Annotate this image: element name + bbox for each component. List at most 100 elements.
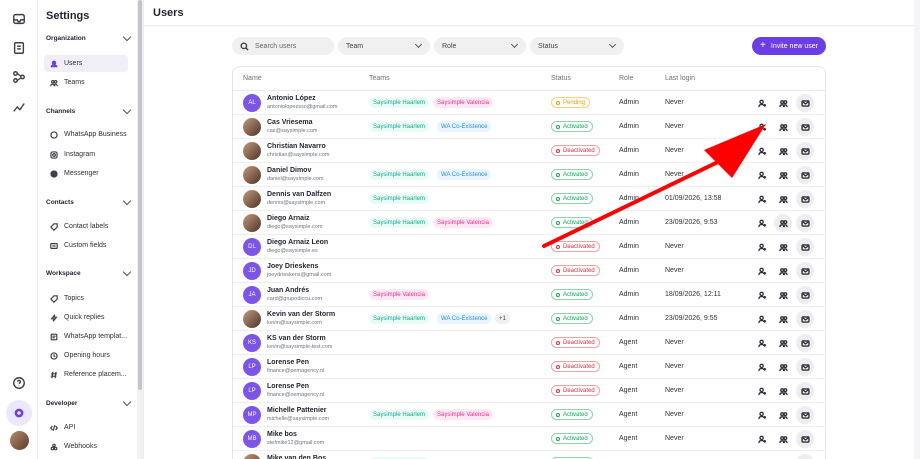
table-row[interactable]: Christian Navarro christian@saysimple.com… [233, 139, 825, 163]
table-row[interactable]: JA Juan Andrés card@grupodiccu.com Saysimpl… [233, 283, 825, 307]
help-icon[interactable] [10, 374, 28, 392]
sidebar-item-contact-labels[interactable]: Contact labels [44, 218, 128, 235]
manage-teams-button[interactable] [774, 406, 792, 424]
section-workspace[interactable]: Workspace [46, 267, 132, 277]
edit-user-button[interactable] [753, 454, 771, 459]
table-row[interactable]: Kevin van der Storm kevin@saysimple.com Sa… [233, 307, 825, 331]
column-header-role[interactable]: Role [619, 75, 633, 82]
edit-user-button[interactable] [753, 238, 771, 256]
edit-user-button[interactable] [753, 358, 771, 376]
sidebar-item-quick-replies[interactable]: Quick replies [44, 309, 128, 326]
edit-user-button[interactable] [753, 382, 771, 400]
profile-avatar[interactable] [10, 431, 29, 450]
send-email-button[interactable] [796, 430, 814, 448]
section-organization[interactable]: Organization [46, 32, 132, 42]
table-row[interactable]: MP Michelle Pattenier michelle@saysimple.c… [233, 403, 825, 427]
edit-user-button[interactable] [753, 262, 771, 280]
contacts-book-icon[interactable] [10, 39, 28, 57]
manage-teams-button[interactable] [774, 430, 792, 448]
send-email-button[interactable] [796, 262, 814, 280]
manage-teams-button[interactable] [774, 190, 792, 208]
sidebar-item-reference-placeholders[interactable]: Reference placem... [44, 366, 128, 383]
edit-user-button[interactable] [753, 310, 771, 328]
manage-teams-button[interactable] [774, 286, 792, 304]
edit-user-button[interactable] [753, 94, 771, 112]
table-row[interactable]: JD Joey Drieskens joeydrieskens@gmail.com D… [233, 259, 825, 283]
invite-user-button[interactable]: + Invite new user [752, 37, 826, 55]
edit-user-button[interactable] [753, 166, 771, 184]
table-row[interactable]: MB Mike bos stefmike12@gmail.com Activated A… [233, 427, 825, 451]
send-email-button[interactable] [796, 190, 814, 208]
manage-teams-button[interactable] [774, 166, 792, 184]
column-header-name[interactable]: Name [243, 75, 262, 82]
manage-teams-button[interactable] [774, 358, 792, 376]
sidebar-item-users[interactable]: Users [44, 55, 128, 72]
analytics-icon[interactable] [10, 98, 28, 116]
sidebar-item-opening-hours[interactable]: Opening hours [44, 347, 128, 364]
send-email-button[interactable] [796, 286, 814, 304]
table-row[interactable]: KS KS van der Storm kevin@saysimple-test.c… [233, 331, 825, 355]
send-email-button[interactable] [796, 310, 814, 328]
section-channels[interactable]: Channels [46, 105, 132, 115]
manage-teams-button[interactable] [774, 310, 792, 328]
table-row[interactable]: Cas Vriesema cas@saysimple.com Saysimple H… [233, 115, 825, 139]
send-email-button[interactable] [796, 118, 814, 136]
edit-user-button[interactable] [753, 430, 771, 448]
page-scrollbar[interactable] [914, 0, 920, 459]
sidebar-item-whatsapp-templates[interactable]: WhatsApp templat... [44, 328, 128, 345]
edit-user-button[interactable] [753, 406, 771, 424]
table-row[interactable]: Dennis van Dalfzen dennis@saysimple.com Sa… [233, 187, 825, 211]
manage-teams-button[interactable] [774, 454, 792, 459]
edit-user-button[interactable] [753, 334, 771, 352]
section-contacts[interactable]: Contacts [46, 196, 132, 206]
send-email-button[interactable] [796, 166, 814, 184]
search-input[interactable]: Search users [232, 37, 334, 55]
section-developer[interactable]: Developer [46, 397, 132, 407]
status-filter-select[interactable]: Status [530, 37, 624, 55]
edit-user-button[interactable] [753, 142, 771, 160]
sidebar-scrollbar[interactable] [137, 0, 143, 459]
send-email-button[interactable] [796, 214, 814, 232]
table-row[interactable]: LP Lorense Pen finance@pemagency.nl Deactiv… [233, 355, 825, 379]
column-header-last-login[interactable]: Last login [665, 75, 695, 82]
send-email-button[interactable] [796, 358, 814, 376]
manage-teams-button[interactable] [774, 94, 792, 112]
send-email-button[interactable] [796, 454, 814, 459]
send-email-button[interactable] [796, 142, 814, 160]
role-filter-select[interactable]: Role [434, 37, 526, 55]
sidebar-item-api[interactable]: API [44, 419, 128, 436]
manage-teams-button[interactable] [774, 334, 792, 352]
team-filter-select[interactable]: Team [338, 37, 430, 55]
table-row[interactable]: DL Diego Arnaiz Leon diego@saysimple.es Dea… [233, 235, 825, 259]
table-row[interactable]: AL Antonio López antoniolopezsso@gmail.com… [233, 91, 825, 115]
manage-teams-button[interactable] [774, 142, 792, 160]
sidebar-item-instagram[interactable]: Instagram [44, 146, 128, 163]
edit-user-button[interactable] [753, 190, 771, 208]
sidebar-item-teams[interactable]: Teams [44, 74, 128, 91]
flows-icon[interactable] [10, 68, 28, 86]
manage-teams-button[interactable] [774, 118, 792, 136]
table-row[interactable]: LP Lorense Pen finance@oemagency.nl Deactiv… [233, 379, 825, 403]
settings-gear-icon[interactable] [6, 400, 32, 426]
manage-teams-button[interactable] [774, 238, 792, 256]
sidebar-item-custom-fields[interactable]: Custom fields [44, 237, 128, 254]
sidebar-item-whatsapp-business[interactable]: WhatsApp Business [44, 126, 128, 143]
send-email-button[interactable] [796, 334, 814, 352]
edit-user-button[interactable] [753, 118, 771, 136]
send-email-button[interactable] [796, 406, 814, 424]
edit-user-button[interactable] [753, 214, 771, 232]
manage-teams-button[interactable] [774, 214, 792, 232]
send-email-button[interactable] [796, 382, 814, 400]
column-header-status[interactable]: Status [551, 75, 571, 82]
table-row[interactable]: Diego Arnaiz diego@saysimple.com Saysimple… [233, 211, 825, 235]
scrollbar-thumb[interactable] [138, 0, 142, 390]
table-row[interactable]: Mike van den BosSaysimple HaarlemActivat… [233, 451, 825, 459]
manage-teams-button[interactable] [774, 382, 792, 400]
send-email-button[interactable] [796, 238, 814, 256]
send-email-button[interactable] [796, 94, 814, 112]
sidebar-item-messenger[interactable]: Messenger [44, 165, 128, 182]
sidebar-item-webhooks[interactable]: Webhooks [44, 438, 128, 455]
edit-user-button[interactable] [753, 286, 771, 304]
manage-teams-button[interactable] [774, 262, 792, 280]
inbox-icon[interactable] [10, 10, 28, 28]
